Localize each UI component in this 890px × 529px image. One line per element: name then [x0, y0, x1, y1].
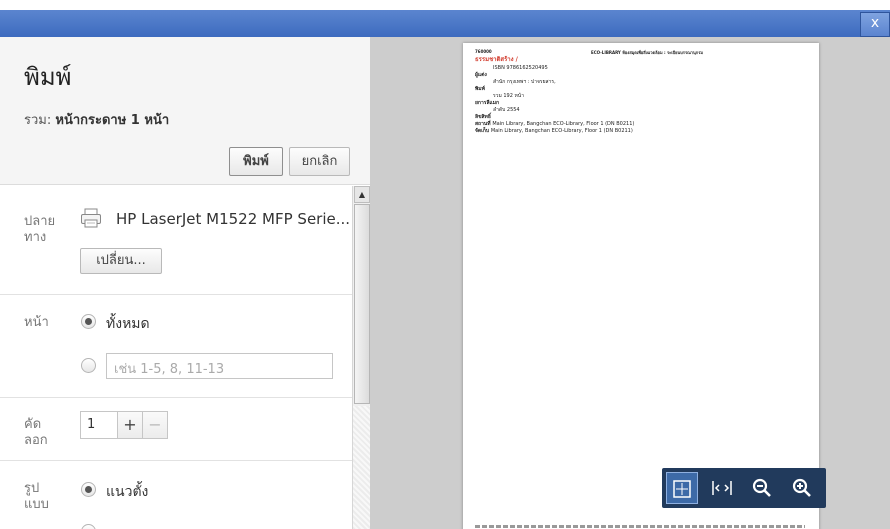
preview-page: 760000 ECO-LIBRARY ห้องสมุดเพื่อสิ่งแวดล… [463, 43, 819, 529]
record-value: ISBN 9786162520495 [493, 65, 548, 71]
fit-width-icon [712, 481, 732, 495]
record-line: สถานที่ Main Library, Bangchan ECO-Libra… [475, 121, 634, 127]
pages-all-label: ทั้งหมด [106, 316, 150, 332]
divider [0, 294, 352, 295]
fit-page-icon [673, 480, 691, 498]
print-summary: รวม: หน้ากระดาษ 1 หน้า [24, 109, 169, 130]
print-settings-panel: พิมพ์ รวม: หน้ากระดาษ 1 หน้า พิมพ์ ยกเลิ… [0, 37, 370, 529]
divider [0, 460, 352, 461]
preview-footer [475, 525, 805, 528]
page-title: พิมพ์ [24, 63, 72, 91]
scroll-up-arrow-icon[interactable]: ▲ [354, 186, 370, 203]
record-key: ยการลีแมก [475, 100, 500, 106]
record-line: สำนัก กรุงเทพฯ : ปาจรยสาร, [493, 79, 556, 85]
zoom-out-icon [752, 478, 771, 497]
layout-label: รูปแบบ [24, 481, 49, 512]
destination-label: ปลายทาง [24, 214, 56, 245]
record-key: สถานที่ [475, 121, 493, 127]
zoom-out-button[interactable] [746, 472, 778, 504]
close-button[interactable]: x [860, 12, 890, 37]
cancel-button[interactable]: ยกเลิก [289, 147, 350, 176]
landscape-radio[interactable] [81, 524, 96, 529]
record-key: ลิขสิทธิ์ [475, 114, 491, 120]
change-destination-button[interactable]: เปลี่ยน... [80, 248, 162, 274]
fit-page-button[interactable] [666, 472, 698, 504]
window-title-bar: x [0, 0, 890, 40]
scroll-track[interactable] [353, 406, 370, 529]
pages-all-radio[interactable] [81, 314, 96, 329]
record-key: จัดเก็บ [475, 128, 491, 134]
print-preview-area: 760000 ECO-LIBRARY ห้องสมุดเพื่อสิ่งแวดล… [370, 37, 890, 529]
settings-list: ปลายทาง HP LaserJet M1522 MFP Serie... เ… [0, 186, 352, 529]
settings-scrollbar[interactable]: ▲ [352, 186, 370, 529]
zoom-in-button[interactable] [786, 472, 818, 504]
title-bar-strip [0, 10, 890, 37]
preview-header-left: 760000 [475, 49, 492, 54]
record-line: จัดเก็บ Main Library, Bangchan ECO-Libra… [475, 128, 633, 134]
divider [0, 397, 352, 398]
summary-prefix: รวม: [24, 113, 52, 128]
record-value: Main Library, Bangchan ECO-Library, Floo… [492, 121, 635, 127]
copies-increment-button[interactable]: + [117, 411, 143, 439]
pages-label: หน้า [24, 315, 49, 330]
scroll-thumb[interactable] [354, 204, 370, 404]
portrait-label: แนวตั้ง [106, 484, 149, 500]
portrait-radio[interactable] [81, 482, 96, 497]
pages-range-radio[interactable] [81, 358, 96, 373]
print-button[interactable]: พิมพ์ [229, 147, 283, 176]
record-value: สำนัก กรุงเทพฯ : ปาจรยสาร, [493, 79, 556, 85]
record-line: ลำดับ 2554 [493, 107, 520, 113]
record-key: พิมพ์ [475, 86, 485, 92]
record-value: Main Library, Bangchan ECO-Library, Floo… [490, 128, 633, 134]
summary-value: หน้ากระดาษ 1 หน้า [55, 113, 170, 128]
copies-decrement-button[interactable]: − [142, 411, 168, 439]
record-line: ลิขสิทธิ์ [475, 114, 491, 120]
record-value: รวม 192 หน้า [493, 93, 525, 99]
copies-label: คัดลอก [24, 417, 48, 448]
preview-header-right: ECO-LIBRARY ห้องสมุดเพื่อสิ่งแวดล้อม : ร… [591, 50, 703, 55]
record-title: ธรรมชาติสร้าง / [475, 56, 518, 63]
record-line: ผู้แต่ง [475, 72, 487, 78]
zoom-in-icon [792, 478, 811, 497]
print-header: พิมพ์ รวม: หน้ากระดาษ 1 หน้า พิมพ์ ยกเลิ… [0, 37, 370, 185]
printer-name: HP LaserJet M1522 MFP Serie... [116, 210, 351, 228]
zoom-toolbar [662, 468, 826, 508]
record-line: รวม 192 หน้า [493, 93, 524, 99]
fit-width-button[interactable] [706, 472, 738, 504]
record-line: ยการลีแมก [475, 100, 499, 106]
printer-icon [81, 208, 101, 228]
record-value: ลำดับ 2554 [493, 107, 520, 113]
pages-range-input[interactable]: เช่น 1-5, 8, 11-13 [106, 353, 333, 379]
copies-input[interactable]: 1 [80, 411, 118, 439]
record-line: ISBN 9786162520495 [493, 65, 548, 71]
record-key: ผู้แต่ง [475, 72, 487, 78]
record-line: พิมพ์ [475, 86, 485, 92]
